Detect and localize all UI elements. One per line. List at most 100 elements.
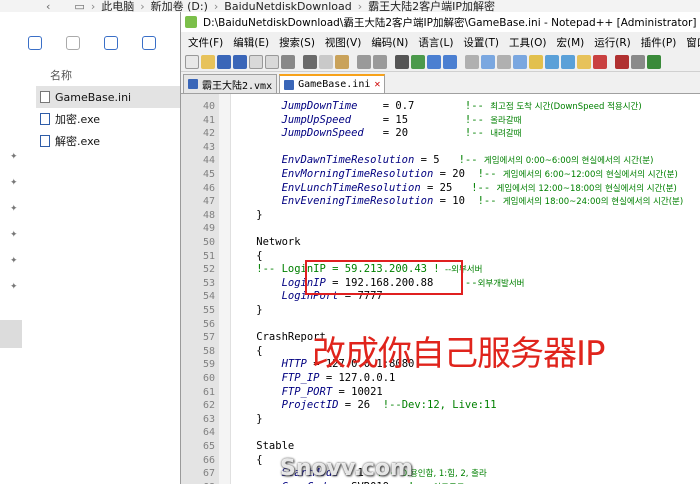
save-icon[interactable]	[217, 54, 231, 69]
code-line[interactable]: 47 EnvEveningTimeResolution = 10 !-- 게임에…	[181, 195, 700, 209]
menu-macro[interactable]: 宏(M)	[552, 35, 590, 50]
list-item[interactable]: 加密.exe	[36, 108, 182, 130]
open-file-icon[interactable]	[201, 54, 215, 69]
close-all-icon[interactable]	[265, 54, 279, 69]
pin-icon[interactable]: ✦	[10, 256, 18, 266]
menu-language[interactable]: 语言(L)	[413, 35, 458, 50]
code-line[interactable]: 46 EnvLunchTimeResolution = 25 !-- 게임에서의…	[181, 182, 700, 196]
code-token: 게임에서의 0:00~6:00의 현실에서의 시간(분)	[483, 156, 654, 167]
new-file-icon[interactable]	[185, 54, 199, 69]
code-line[interactable]: 55 }	[181, 304, 700, 318]
monitoring-icon[interactable]	[593, 54, 607, 69]
code-line[interactable]: 65 Stable	[181, 440, 700, 454]
code-token: !--	[464, 113, 491, 126]
menu-run[interactable]: 运行(R)	[589, 35, 636, 50]
code-line[interactable]: 66 {	[181, 454, 700, 468]
zoom-out-icon[interactable]	[443, 54, 457, 69]
paste-icon[interactable]	[66, 36, 80, 50]
replace-icon[interactable]	[411, 54, 425, 69]
breadcrumb-item[interactable]: 此电脑	[101, 0, 134, 14]
save-all-icon[interactable]	[233, 54, 247, 69]
code-text: {	[231, 249, 263, 264]
file-name: 加密.exe	[55, 113, 101, 126]
copy-icon[interactable]	[28, 36, 42, 50]
tab-vmx[interactable]: 霸王大陆2.vmx	[183, 74, 278, 93]
paste-icon[interactable]	[335, 54, 349, 69]
code-line[interactable]: 67 StartMode = 1 !-- 0:용인함, 1:힘, 2, 출라	[181, 467, 700, 481]
doc-map-icon[interactable]	[545, 54, 559, 69]
code-line[interactable]: 41 JumpUpSpeed = 15 !-- 올라갈때	[181, 114, 700, 128]
record-macro-icon[interactable]	[615, 54, 629, 69]
undo-icon[interactable]	[357, 54, 371, 69]
column-header-name[interactable]: 名称	[50, 67, 72, 83]
zoom-in-icon[interactable]	[427, 54, 441, 69]
line-number: 50	[202, 237, 215, 248]
close-file-icon[interactable]	[249, 54, 263, 69]
close-tab-icon[interactable]: ✕	[374, 79, 380, 90]
menu-encoding[interactable]: 编码(N)	[366, 35, 413, 50]
play-macro-icon[interactable]	[647, 54, 661, 69]
list-item[interactable]: GameBase.ini	[36, 86, 182, 108]
code-line[interactable]: 44 EnvDawnTimeResolution = 5 !-- 게임에서의 0…	[181, 154, 700, 168]
code-token: 최고점 도착 시간(DownSpeed 적용시간)	[490, 102, 642, 112]
rename-icon[interactable]	[104, 36, 118, 50]
code-line[interactable]: 42 JumpDownSpeed = 20 !-- 내려갈때	[181, 127, 700, 141]
code-token: {	[231, 249, 263, 262]
code-token: 게임에서의 6:00~12:00의 현실에서의 시간(분)	[502, 170, 678, 180]
menu-view[interactable]: 视图(V)	[320, 35, 366, 50]
tab-gamebase-ini[interactable]: GameBase.ini ✕	[279, 74, 386, 93]
line-number: 48	[202, 209, 215, 221]
all-chars-icon[interactable]	[497, 54, 511, 69]
code-line[interactable]: 61 FTP_PORT = 10021	[181, 386, 700, 400]
code-line[interactable]: 50 Network	[181, 236, 700, 250]
back-icon[interactable]: ‹	[46, 0, 50, 13]
menu-settings[interactable]: 设置(T)	[458, 35, 504, 50]
menu-search[interactable]: 搜索(S)	[274, 35, 320, 50]
sync-scroll-icon[interactable]	[465, 54, 479, 69]
menu-window[interactable]: 窗口(W)	[681, 35, 700, 50]
share-icon[interactable]	[142, 36, 156, 50]
tab-bar: 霸王大陆2.vmx GameBase.ini ✕	[181, 72, 700, 94]
indent-guide-icon[interactable]	[513, 54, 527, 69]
code-line[interactable]: 64	[181, 426, 700, 440]
code-line[interactable]: 49	[181, 222, 700, 236]
pin-icon[interactable]: ✦	[10, 204, 18, 214]
code-line[interactable]: 63 }	[181, 413, 700, 427]
stop-macro-icon[interactable]	[631, 54, 645, 69]
pin-icon[interactable]: ✦	[10, 282, 18, 292]
notepadpp-window: D:\BaiduNetdiskDownload\霸王大陆2客户端IP加解密\Ga…	[180, 12, 700, 484]
code-line[interactable]: 43	[181, 141, 700, 155]
list-item[interactable]: 解密.exe	[36, 130, 182, 152]
menu-plugins[interactable]: 插件(P)	[636, 35, 682, 50]
line-number: 41	[202, 114, 215, 126]
code-line[interactable]: 45 EnvMorningTimeResolution = 20 !-- 게임에…	[181, 168, 700, 182]
function-list-icon[interactable]	[561, 54, 575, 69]
exe-file-icon	[40, 135, 50, 147]
menu-tools[interactable]: 工具(O)	[504, 35, 551, 50]
notepadpp-app-icon	[185, 16, 197, 28]
udl-icon[interactable]	[529, 54, 543, 69]
menu-file[interactable]: 文件(F)	[183, 35, 228, 50]
code-text: FTP_PORT = 10021	[231, 386, 383, 400]
pin-icon[interactable]: ✦	[10, 230, 18, 240]
code-line[interactable]: 48 }	[181, 209, 700, 223]
code-line[interactable]: 62 ProjectID = 26 !--Dev:12, Live:11	[181, 399, 700, 413]
print-icon[interactable]	[281, 54, 295, 69]
copy-icon[interactable]	[319, 54, 333, 69]
find-icon[interactable]	[395, 54, 409, 69]
line-number: 51	[202, 250, 215, 262]
sidebar-selected-item[interactable]	[0, 320, 22, 348]
line-number: 58	[202, 345, 215, 357]
breadcrumb-item[interactable]: BaiduNetdiskDownload	[224, 0, 351, 13]
wrap-icon[interactable]	[481, 54, 495, 69]
cut-icon[interactable]	[303, 54, 317, 69]
pin-icon[interactable]: ✦	[10, 178, 18, 188]
code-line[interactable]: 40 JumpDownTime = 0.7 !-- 최고점 도착 시간(Down…	[181, 100, 700, 114]
file-name: 解密.exe	[55, 135, 101, 148]
menu-edit[interactable]: 编辑(E)	[228, 35, 274, 50]
folder-workspace-icon[interactable]	[577, 54, 591, 69]
pin-icon[interactable]: ✦	[10, 152, 18, 162]
redo-icon[interactable]	[373, 54, 387, 69]
